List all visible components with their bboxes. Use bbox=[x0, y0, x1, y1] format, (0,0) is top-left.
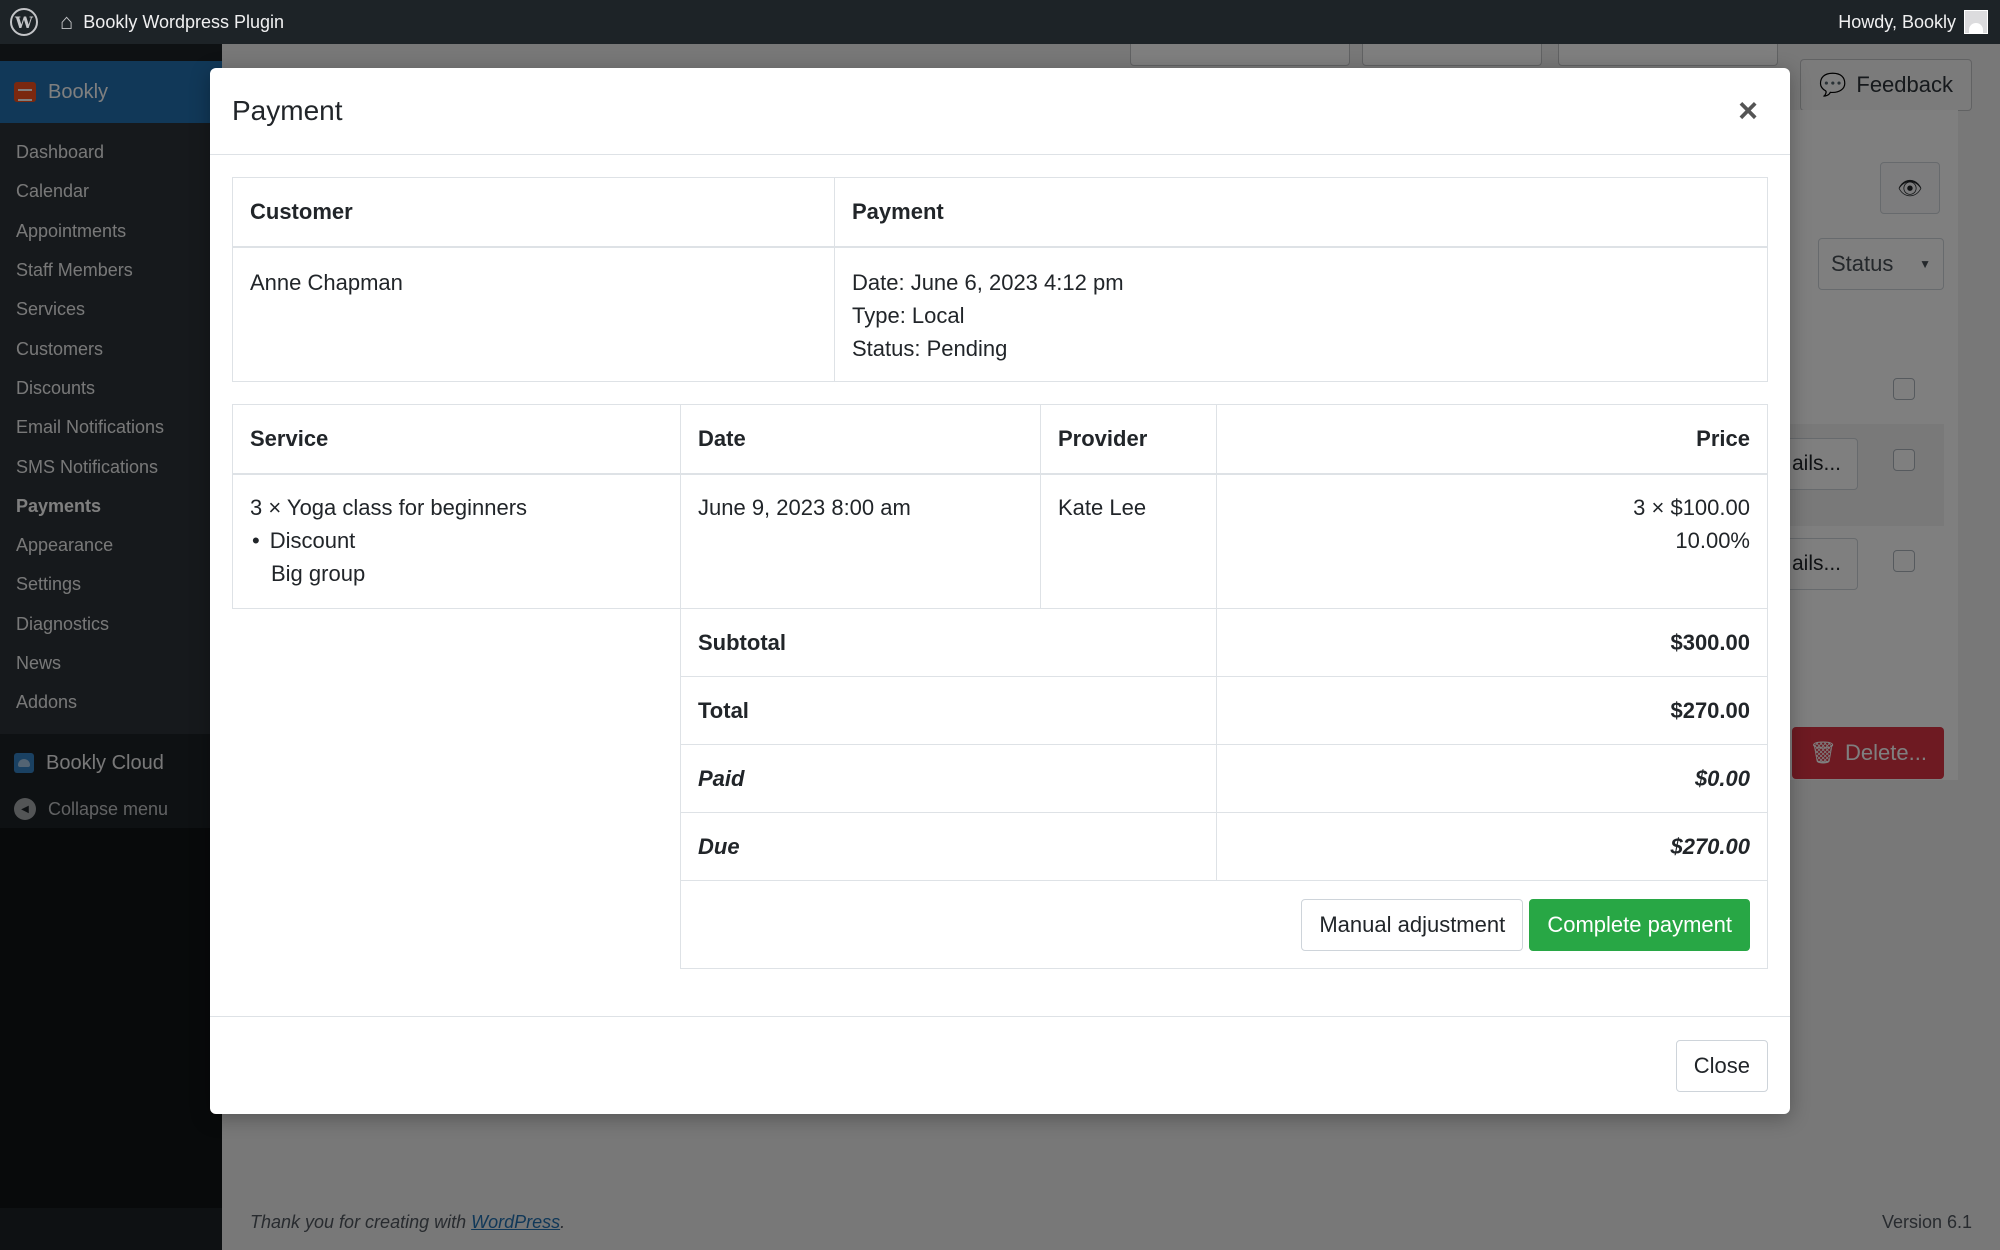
payment-type: Type: Local bbox=[852, 302, 965, 328]
site-name-link[interactable]: ⌂ Bookly Wordpress Plugin bbox=[48, 9, 284, 35]
payment-header: Payment bbox=[834, 177, 1768, 248]
paid-row: Paid $0.00 bbox=[232, 744, 1768, 813]
close-button[interactable]: Close bbox=[1675, 1039, 1768, 1092]
discount-name: Big group bbox=[271, 560, 366, 586]
total-label: Total bbox=[680, 676, 1217, 745]
payment-modal: Payment × Customer Payment Anne Chapman … bbox=[210, 68, 1790, 1114]
complete-payment-button[interactable]: Complete payment bbox=[1529, 898, 1750, 951]
due-label: Due bbox=[680, 812, 1217, 881]
service-name: 3 × Yoga class for beginners bbox=[250, 494, 528, 520]
user-account-menu[interactable]: Howdy, Bookly bbox=[1838, 0, 1988, 44]
payment-date: Date: June 6, 2023 4:12 pm bbox=[852, 269, 1124, 295]
wordpress-logo-icon[interactable]: W bbox=[0, 0, 48, 44]
total-row: Total $270.00 bbox=[232, 676, 1768, 745]
date-cell: June 9, 2023 8:00 am bbox=[680, 473, 1041, 609]
modal-footer: Close bbox=[210, 1016, 1790, 1114]
service-cell: 3 × Yoga class for beginners • Discount B… bbox=[232, 473, 681, 609]
table-row: 3 × Yoga class for beginners • Discount B… bbox=[232, 473, 1768, 609]
subtotal-label: Subtotal bbox=[680, 608, 1217, 677]
price-cell: 3 × $100.00 10.00% bbox=[1216, 473, 1768, 609]
admin-bar: W ⌂ Bookly Wordpress Plugin Howdy, Bookl… bbox=[0, 0, 2000, 44]
payment-status: Status: Pending bbox=[852, 335, 1008, 361]
manual-adjustment-button[interactable]: Manual adjustment bbox=[1301, 898, 1524, 951]
price-header: Price bbox=[1216, 404, 1768, 475]
provider-cell: Kate Lee bbox=[1040, 473, 1217, 609]
site-name: Bookly Wordpress Plugin bbox=[83, 11, 285, 32]
bullet-icon: • bbox=[252, 527, 260, 553]
payment-items-table: Service Date Provider Price 3 × Yoga cla… bbox=[232, 404, 1768, 969]
greeting-text: Howdy, Bookly bbox=[1838, 11, 1956, 32]
paid-value: $0.00 bbox=[1216, 744, 1768, 813]
due-row: Due $270.00 bbox=[232, 812, 1768, 881]
modal-title: Payment bbox=[232, 95, 343, 126]
service-header: Service bbox=[232, 404, 681, 475]
subtotal-row: Subtotal $300.00 bbox=[232, 608, 1768, 677]
price-value: 3 × $100.00 bbox=[1633, 494, 1750, 520]
close-icon[interactable]: × bbox=[1738, 94, 1758, 128]
discount-label: Discount bbox=[269, 527, 356, 553]
discount-value: 10.00% bbox=[1675, 527, 1750, 553]
modal-header: Payment × bbox=[210, 68, 1790, 155]
provider-header: Provider bbox=[1040, 404, 1217, 475]
payment-actions: Manual adjustment Complete payment bbox=[680, 880, 1768, 969]
actions-row: Manual adjustment Complete payment bbox=[232, 880, 1768, 969]
payment-details: Date: June 6, 2023 4:12 pm Type: Local S… bbox=[834, 246, 1768, 382]
due-value: $270.00 bbox=[1216, 812, 1768, 881]
paid-label: Paid bbox=[680, 744, 1217, 813]
date-header: Date bbox=[680, 404, 1041, 475]
customer-name: Anne Chapman bbox=[232, 246, 835, 382]
home-icon: ⌂ bbox=[60, 9, 74, 34]
avatar bbox=[1964, 10, 1988, 34]
subtotal-value: $300.00 bbox=[1216, 608, 1768, 677]
total-value: $270.00 bbox=[1216, 676, 1768, 745]
customer-header: Customer bbox=[232, 177, 835, 248]
modal-body: Customer Payment Anne Chapman Date: June… bbox=[210, 155, 1790, 991]
payment-info-table: Customer Payment Anne Chapman Date: June… bbox=[232, 177, 1768, 382]
